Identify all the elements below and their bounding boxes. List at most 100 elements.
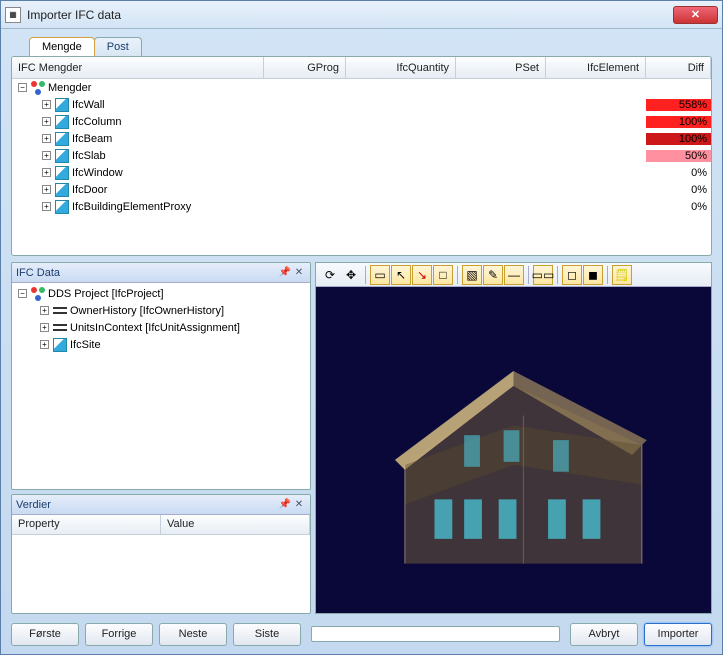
bbox-icon[interactable]: ◻	[562, 265, 582, 285]
titlebar: ▦ Importer IFC data ✕	[1, 1, 722, 29]
expander-icon[interactable]: −	[18, 83, 27, 92]
group-icon[interactable]: ▭▭	[533, 265, 553, 285]
rect-icon[interactable]: □	[433, 265, 453, 285]
table-row[interactable]: + IfcWall 558%	[12, 96, 711, 113]
progress-bar	[311, 626, 560, 642]
tree-item-label[interactable]: IfcSite	[70, 339, 101, 351]
pin-icon[interactable]: 📌	[278, 266, 292, 280]
viewer-toolbar: ⟳✥ ▭↖↘□ ▧✎— ▭▭ ◻◼ 🗒	[316, 263, 711, 287]
expander-icon[interactable]: −	[18, 289, 27, 298]
col-pset[interactable]: PSet	[456, 57, 546, 78]
table-row[interactable]: + IfcBeam 100%	[12, 130, 711, 147]
tree-item-label[interactable]: OwnerHistory [IfcOwnerHistory]	[70, 305, 224, 317]
select-arrow-icon[interactable]: ↖	[391, 265, 411, 285]
pin-icon[interactable]: 📌	[278, 498, 292, 512]
app-icon: ▦	[5, 7, 21, 23]
table-row[interactable]: + IfcBuildingElementProxy 0%	[12, 198, 711, 215]
diff-cell: 0%	[646, 184, 711, 196]
ifc-element-icon	[55, 183, 69, 197]
table-row[interactable]: + IfcWindow 0%	[12, 164, 711, 181]
tree-item-label: IfcSlab	[72, 150, 106, 162]
cancel-button[interactable]: Avbryt	[570, 623, 638, 646]
bbox-fill-icon[interactable]: ◼	[583, 265, 603, 285]
verdier-body	[12, 535, 310, 613]
expander-icon[interactable]: +	[40, 306, 49, 315]
last-button[interactable]: Siste	[233, 623, 301, 646]
project-icon	[31, 287, 45, 301]
tree-item-label[interactable]: DDS Project [IfcProject]	[48, 288, 164, 300]
window-title: Importer IFC data	[27, 8, 673, 22]
next-button[interactable]: Neste	[159, 623, 227, 646]
col-gprog[interactable]: GProg	[264, 57, 346, 78]
col-diff[interactable]: Diff	[646, 57, 711, 78]
ifc-mengder-grid: IFC Mengder GProg IfcQuantity PSet IfcEl…	[11, 56, 712, 256]
property-icon	[53, 306, 67, 316]
table-row[interactable]: + IfcDoor 0%	[12, 181, 711, 198]
ifc-element-icon	[55, 115, 69, 129]
close-panel-icon[interactable]: ✕	[292, 498, 306, 512]
import-button[interactable]: Importer	[644, 623, 712, 646]
expander-icon[interactable]: +	[42, 117, 51, 126]
verdier-title: Verdier	[16, 499, 51, 511]
diff-cell: 0%	[646, 201, 711, 213]
tab-mengde[interactable]: Mengde	[29, 37, 95, 56]
select-red-icon[interactable]: ↘	[412, 265, 432, 285]
orbit-icon[interactable]: ⟳	[320, 265, 340, 285]
note-icon[interactable]: 🗒	[612, 265, 632, 285]
ifc-data-panel: IFC Data 📌 ✕ − DDS Project [IfcProject] +…	[11, 262, 311, 490]
close-button[interactable]: ✕	[673, 6, 718, 24]
zoom-extents-icon[interactable]: ▭	[370, 265, 390, 285]
ifc-data-title: IFC Data	[16, 267, 60, 279]
col-ifc-mengder[interactable]: IFC Mengder	[12, 57, 264, 78]
expander-icon[interactable]: +	[42, 100, 51, 109]
close-panel-icon[interactable]: ✕	[292, 266, 306, 280]
ifc-element-icon	[53, 338, 67, 352]
expander-icon[interactable]: +	[42, 185, 51, 194]
expander-icon[interactable]: +	[42, 134, 51, 143]
expander-icon[interactable]: +	[42, 151, 51, 160]
tree-item-label: IfcBeam	[72, 133, 112, 145]
property-icon	[53, 323, 67, 333]
tree-item-label: IfcColumn	[72, 116, 122, 128]
tree-item-label: IfcBuildingElementProxy	[72, 201, 191, 213]
verdier-panel: Verdier 📌 ✕ Property Value	[11, 494, 311, 614]
ifc-element-icon	[55, 149, 69, 163]
col-ifcquantity[interactable]: IfcQuantity	[346, 57, 456, 78]
tree-item-label: IfcWindow	[72, 167, 123, 179]
tree-item-label: IfcWall	[72, 99, 105, 111]
layer-icon[interactable]: ▧	[462, 265, 482, 285]
tree-item-label: IfcDoor	[72, 184, 107, 196]
diff-cell: 100%	[646, 133, 711, 145]
table-row[interactable]: + IfcColumn 100%	[12, 113, 711, 130]
pan-icon[interactable]: ✥	[341, 265, 361, 285]
diff-cell: 0%	[646, 167, 711, 179]
mengder-icon	[31, 81, 45, 95]
ifc-element-icon	[55, 200, 69, 214]
ifc-element-icon	[55, 166, 69, 180]
tree-item-label[interactable]: UnitsInContext [IfcUnitAssignment]	[70, 322, 240, 334]
viewer-pane: ⟳✥ ▭↖↘□ ▧✎— ▭▭ ◻◼ 🗒	[315, 262, 712, 614]
ifc-element-icon	[55, 98, 69, 112]
col-value[interactable]: Value	[161, 515, 310, 534]
expander-icon[interactable]: +	[40, 340, 49, 349]
tab-post[interactable]: Post	[94, 37, 142, 56]
col-ifcelement[interactable]: IfcElement	[546, 57, 646, 78]
annotate-icon[interactable]: ✎	[483, 265, 503, 285]
expander-icon[interactable]: +	[40, 323, 49, 332]
minus-icon[interactable]: —	[504, 265, 524, 285]
expander-icon[interactable]: +	[42, 202, 51, 211]
diff-cell: 558%	[646, 99, 711, 111]
ifc-element-icon	[55, 132, 69, 146]
prev-button[interactable]: Forrige	[85, 623, 153, 646]
first-button[interactable]: Første	[11, 623, 79, 646]
diff-cell: 50%	[646, 150, 711, 162]
tree-root-label[interactable]: Mengder	[48, 82, 91, 94]
expander-icon[interactable]: +	[42, 168, 51, 177]
tab-container: Mengde Post IFC Mengder GProg IfcQuantit…	[11, 37, 712, 256]
button-row: Første Forrige Neste Siste Avbryt Import…	[11, 614, 712, 648]
viewport-3d[interactable]	[316, 287, 711, 613]
col-property[interactable]: Property	[12, 515, 161, 534]
grid-header: IFC Mengder GProg IfcQuantity PSet IfcEl…	[12, 57, 711, 79]
diff-cell: 100%	[646, 116, 711, 128]
table-row[interactable]: + IfcSlab 50%	[12, 147, 711, 164]
